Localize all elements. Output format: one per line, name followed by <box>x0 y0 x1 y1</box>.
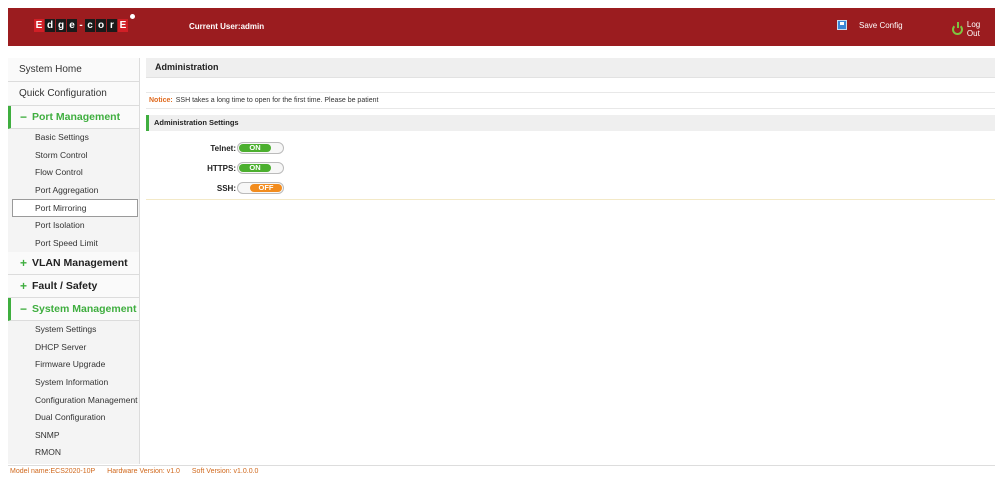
logout-button[interactable]: Log Out <box>952 20 995 38</box>
sidebar-group-vlan-management[interactable]: + VLAN Management <box>8 252 139 276</box>
save-config-label: Save Config <box>859 20 903 30</box>
top-header: E d g e - c o r E Current User:admin Sav… <box>8 8 995 46</box>
power-icon <box>952 21 963 35</box>
edgecore-logo: E d g e - c o r E <box>34 14 135 32</box>
sidebar-item-rmon[interactable]: RMON <box>8 444 139 462</box>
notice-banner: Notice: SSH takes a long time to open for… <box>146 92 995 109</box>
sidebar-group-label: VLAN Management <box>32 256 128 269</box>
sidebar-item-port-isolation[interactable]: Port Isolation <box>8 217 139 235</box>
save-config-button[interactable]: Save Config <box>837 20 903 30</box>
toggle-state: OFF <box>250 184 282 192</box>
sidebar-item-system-information[interactable]: System Information <box>8 374 139 392</box>
ssh-label: SSH: <box>216 183 236 193</box>
sidebar-group-port-management[interactable]: − Port Management <box>8 106 139 129</box>
sidebar-item-firmware-upgrade[interactable]: Firmware Upgrade <box>8 356 139 374</box>
save-icon <box>837 20 847 30</box>
sidebar-item-dual-configuration[interactable]: Dual Configuration <box>8 409 139 427</box>
page-title-bar: Administration <box>146 58 995 78</box>
expand-icon: + <box>20 278 28 293</box>
hardware-version: Hardware Version: v1.0 <box>107 468 180 475</box>
sidebar-group-label: Fault / Safety <box>32 279 98 292</box>
notice-label: Notice: <box>149 97 173 104</box>
software-version: Soft Version: v1.0.0.0 <box>191 468 259 475</box>
sidebar-group-label: System Management <box>32 302 137 315</box>
sidebar-item-configuration-management[interactable]: Configuration Management <box>8 392 139 410</box>
sidebar-item-port-mirroring[interactable]: Port Mirroring <box>12 199 138 217</box>
sidebar-item-quick-configuration[interactable]: Quick Configuration <box>8 82 139 106</box>
footer: Model name:ECS2020-10P Hardware Version:… <box>8 465 995 477</box>
telnet-label: Telnet: <box>210 143 236 153</box>
current-user-label: Current User:admin <box>189 22 265 31</box>
sidebar: System Home Quick Configuration − Port M… <box>8 58 140 464</box>
toggle-state: ON <box>239 164 271 172</box>
sidebar-group-system-management[interactable]: − System Management <box>8 298 139 322</box>
logout-label: Log Out <box>966 20 981 38</box>
collapse-icon: − <box>20 301 28 316</box>
telnet-toggle[interactable]: ON <box>237 142 284 154</box>
model-name: Model name:ECS2020-10P <box>10 468 96 475</box>
collapse-icon: − <box>20 109 28 124</box>
section-header: Administration Settings <box>146 115 995 131</box>
settings-panel: Telnet: ON HTTPS: ON SSH: OFF <box>146 134 995 200</box>
sidebar-item-snmp[interactable]: SNMP <box>8 427 139 445</box>
toggle-state: ON <box>239 144 271 152</box>
sidebar-item-port-speed-limit[interactable]: Port Speed Limit <box>8 235 139 253</box>
sidebar-item-system-settings[interactable]: System Settings <box>8 321 139 339</box>
notice-text: SSH takes a long time to open for the fi… <box>175 97 379 104</box>
sidebar-group-fault-safety[interactable]: + Fault / Safety <box>8 275 139 299</box>
https-label: HTTPS: <box>207 163 236 173</box>
telnet-row: Telnet: ON <box>146 140 446 156</box>
sidebar-item-system-home[interactable]: System Home <box>8 58 139 82</box>
https-row: HTTPS: ON <box>146 160 446 176</box>
page-title: Administration <box>155 62 219 72</box>
sidebar-item-basic-settings[interactable]: Basic Settings <box>8 129 139 147</box>
sidebar-item-storm-control[interactable]: Storm Control <box>8 147 139 165</box>
sidebar-item-dhcp-server[interactable]: DHCP Server <box>8 339 139 357</box>
https-toggle[interactable]: ON <box>237 162 284 174</box>
registered-mark-icon <box>130 14 135 19</box>
ssh-toggle[interactable]: OFF <box>237 182 284 194</box>
sidebar-group-label: Port Management <box>32 110 121 123</box>
expand-icon: + <box>20 255 28 270</box>
ssh-row: SSH: OFF <box>146 180 446 196</box>
sidebar-item-port-aggregation[interactable]: Port Aggregation <box>8 182 139 200</box>
sidebar-item-flow-control[interactable]: Flow Control <box>8 164 139 182</box>
